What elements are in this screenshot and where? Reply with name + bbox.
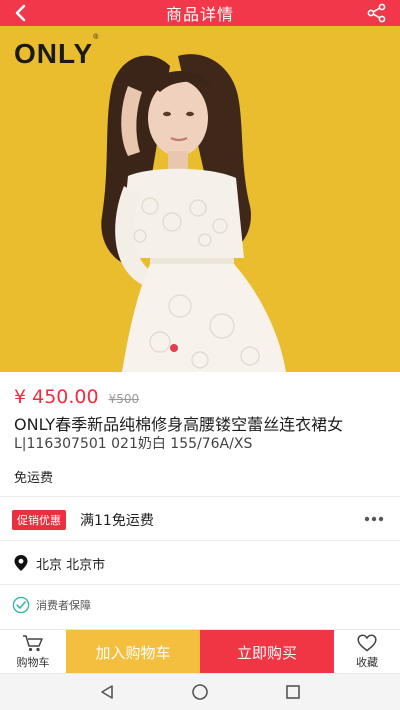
- add-to-cart-button[interactable]: 加入购物车: [66, 630, 200, 674]
- system-back-button[interactable]: [92, 677, 122, 707]
- divider: [0, 584, 400, 585]
- shopping-cart-icon: [23, 635, 43, 652]
- current-price: ¥ 450.00: [14, 386, 99, 408]
- model-photo: [101, 54, 286, 372]
- product-image-carousel[interactable]: ONLY®: [0, 26, 400, 372]
- chevron-left-icon: [15, 4, 26, 22]
- divider: [0, 540, 400, 541]
- product-title: ONLY春季新品纯棉修身高腰镂空蕾丝连衣裙女: [14, 415, 344, 434]
- location-text: 北京 北京市: [36, 557, 106, 573]
- favorite-button[interactable]: 收藏: [334, 630, 400, 674]
- system-navigation-bar: [0, 673, 400, 710]
- promo-text: 满11免运费: [80, 513, 154, 529]
- promo-badge: 促销优惠: [12, 510, 66, 530]
- page-title: 商品详情: [165, 5, 234, 24]
- back-button[interactable]: [8, 2, 34, 24]
- shipping-info: 免运费: [14, 471, 54, 486]
- check-circle-icon: [12, 596, 30, 614]
- divider: [0, 496, 400, 497]
- triangle-back-icon: [100, 685, 113, 699]
- price-row: ¥ 450.00 ¥500: [14, 386, 139, 408]
- heart-icon: [357, 634, 377, 652]
- map-pin-icon: [14, 555, 28, 571]
- top-app-bar: 商品详情: [0, 0, 400, 26]
- buy-now-button[interactable]: 立即购买: [200, 630, 334, 674]
- cart-label: 购物车: [16, 656, 50, 669]
- promotion-row[interactable]: 促销优惠 满11免运费: [0, 500, 400, 540]
- system-recents-button[interactable]: [278, 677, 308, 707]
- original-price: ¥500: [108, 392, 140, 406]
- system-home-button[interactable]: [185, 677, 215, 707]
- more-dots-icon[interactable]: [362, 510, 386, 528]
- favorite-label: 收藏: [356, 656, 378, 669]
- circle-home-icon: [192, 684, 208, 700]
- share-icon: [367, 3, 386, 23]
- cart-button[interactable]: 购物车: [0, 630, 66, 674]
- carousel-indicator-dot: [170, 344, 178, 352]
- square-recents-icon: [286, 685, 301, 699]
- bottom-action-bar: 购物车 加入购物车 立即购买 收藏: [0, 629, 400, 674]
- guarantee-row[interactable]: 消费者保障: [0, 592, 400, 618]
- share-button[interactable]: [364, 2, 390, 24]
- product-sku: L|116307501 021奶白 155/76A/XS: [14, 436, 253, 452]
- guarantee-text: 消费者保障: [36, 599, 91, 612]
- location-row[interactable]: 北京 北京市: [0, 545, 400, 581]
